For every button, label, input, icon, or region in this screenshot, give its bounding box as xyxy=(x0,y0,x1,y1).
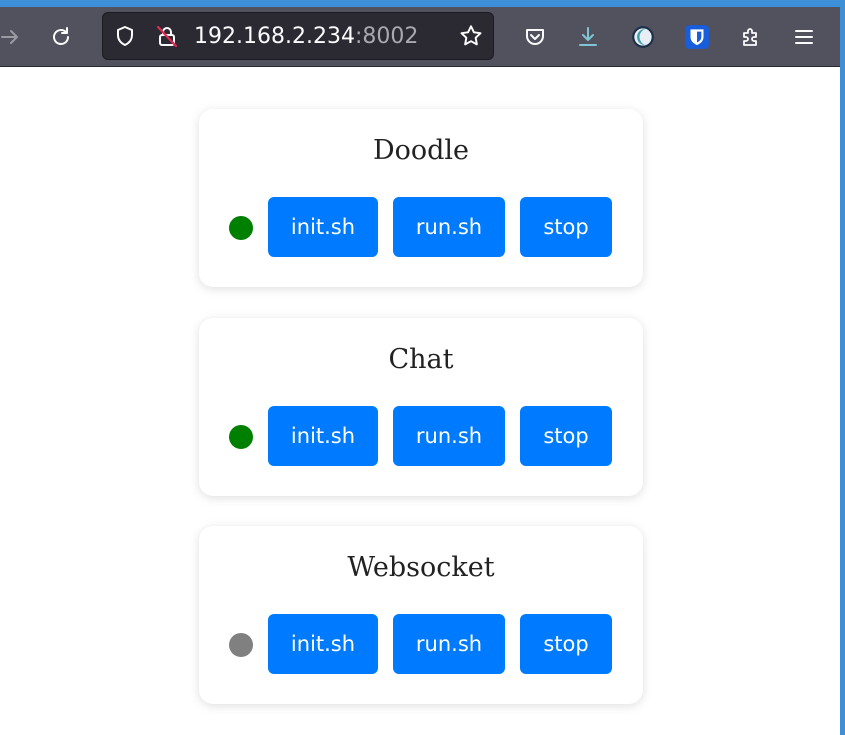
extension-moon-icon[interactable] xyxy=(627,21,659,53)
url-port: :8002 xyxy=(354,24,419,49)
run-button[interactable]: run.sh xyxy=(393,406,505,466)
init-button[interactable]: init.sh xyxy=(268,406,378,466)
window-accent-right xyxy=(840,0,845,735)
service-title: Websocket xyxy=(347,552,495,583)
bitwarden-icon[interactable] xyxy=(681,21,713,53)
window-accent-top xyxy=(0,0,845,7)
init-button[interactable]: init.sh xyxy=(268,197,378,257)
url-text[interactable]: 192.168.2.234:8002 xyxy=(194,23,418,51)
stop-button[interactable]: stop xyxy=(520,406,612,466)
tracking-shield-icon[interactable] xyxy=(109,20,141,52)
downloads-icon[interactable] xyxy=(572,21,604,53)
forward-icon[interactable] xyxy=(0,21,26,53)
url-bar[interactable]: 192.168.2.234:8002 xyxy=(102,12,494,60)
insecure-lock-icon[interactable] xyxy=(151,20,183,52)
service-title: Doodle xyxy=(372,135,470,166)
menu-icon[interactable] xyxy=(788,21,820,53)
service-card-doodle: Doodle init.sh run.sh stop xyxy=(199,109,643,287)
status-indicator-running xyxy=(229,216,253,240)
status-indicator-stopped xyxy=(229,633,253,657)
pocket-icon[interactable] xyxy=(519,21,551,53)
bookmark-star-icon[interactable] xyxy=(455,20,487,52)
extensions-icon[interactable] xyxy=(735,21,767,53)
stop-button[interactable]: stop xyxy=(520,614,612,674)
reload-icon[interactable] xyxy=(45,21,77,53)
stop-button[interactable]: stop xyxy=(520,197,612,257)
init-button[interactable]: init.sh xyxy=(268,614,378,674)
url-host: 192.168.2.234 xyxy=(194,24,355,49)
run-button[interactable]: run.sh xyxy=(393,197,505,257)
status-indicator-running xyxy=(229,425,253,449)
service-card-chat: Chat init.sh run.sh stop xyxy=(199,318,643,496)
run-button[interactable]: run.sh xyxy=(393,614,505,674)
service-title: Chat xyxy=(388,344,454,375)
service-card-websocket: Websocket init.sh run.sh stop xyxy=(199,526,643,704)
browser-toolbar: 192.168.2.234:8002 xyxy=(0,7,840,67)
